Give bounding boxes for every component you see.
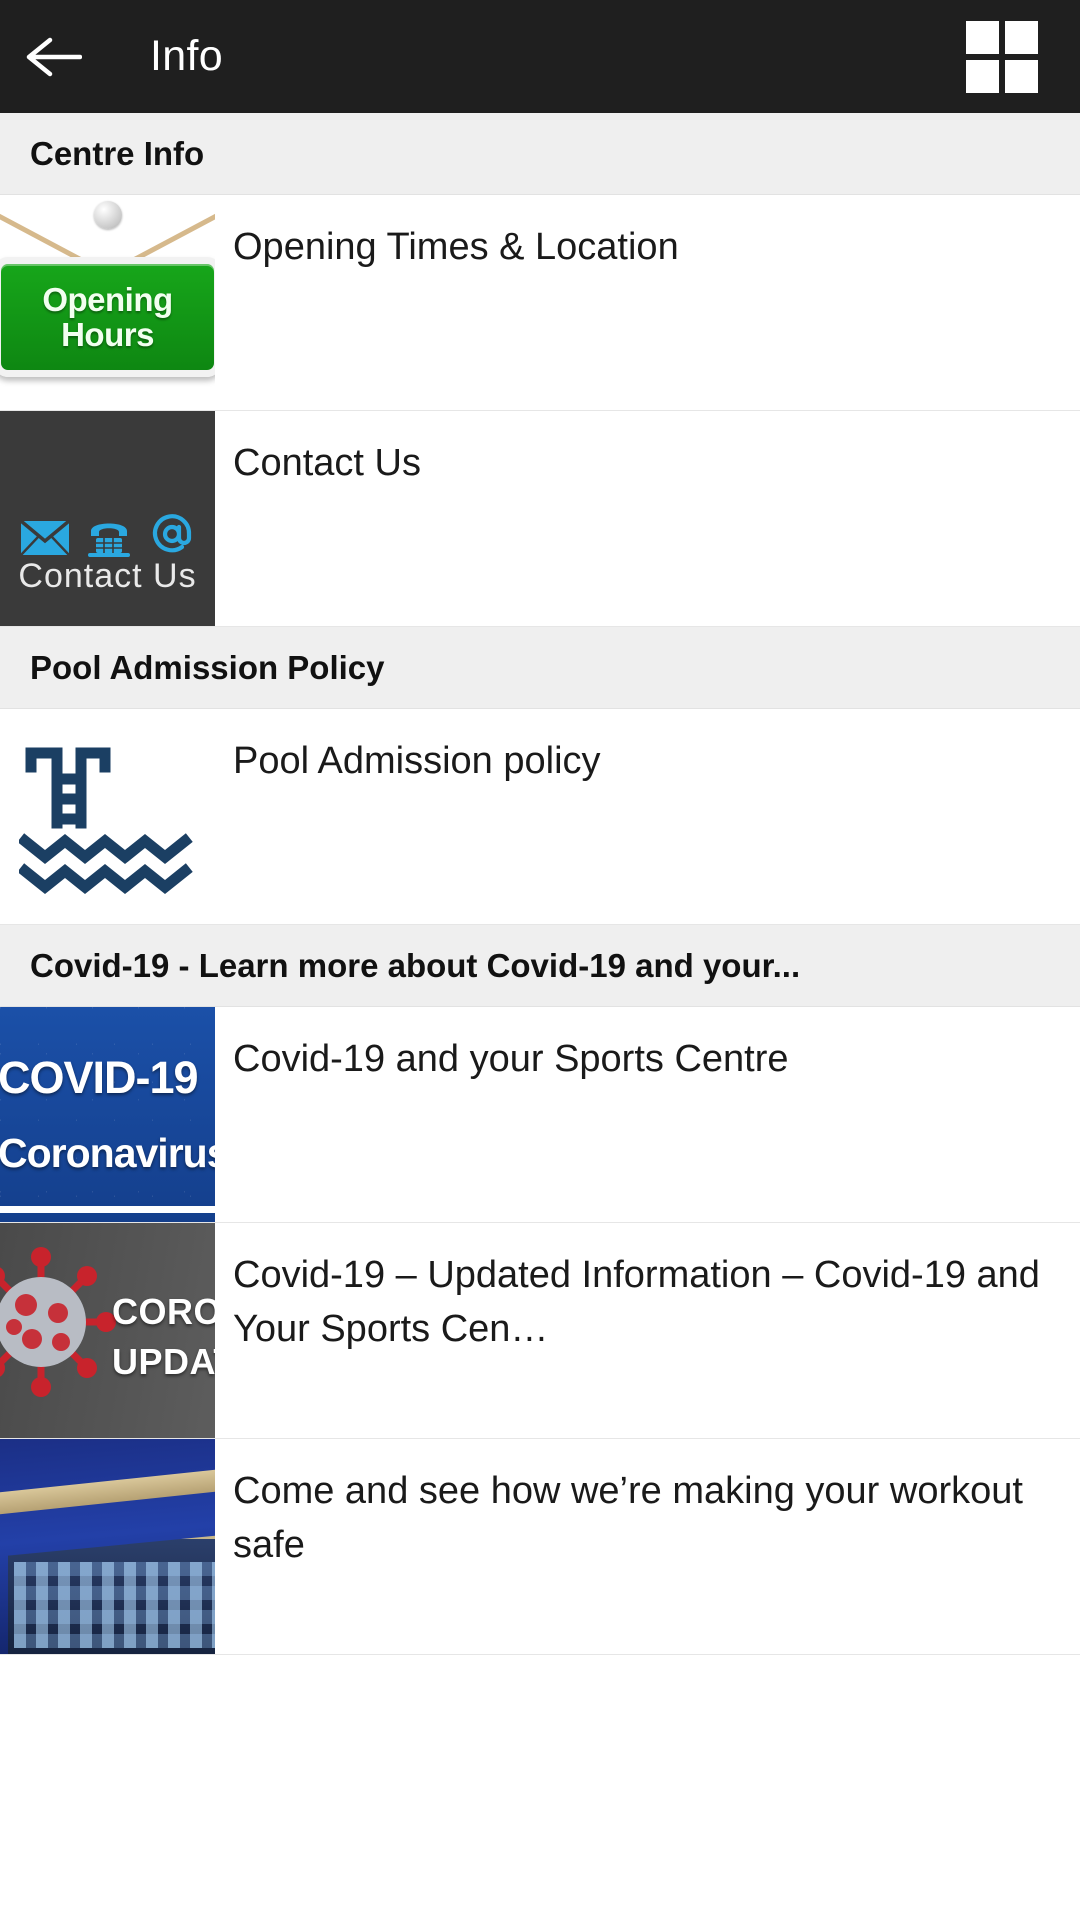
section-header-label: Covid-19 - Learn more about Covid-19 and… xyxy=(30,946,801,984)
page-title: Info xyxy=(150,32,223,80)
section-header-centre-info: Centre Info xyxy=(0,113,1080,195)
list-item-label: Opening Times & Location xyxy=(233,226,679,268)
list-item-label: Contact Us xyxy=(233,442,421,484)
list-item-contact-us[interactable]: Contact Us Contact Us xyxy=(0,411,1080,627)
list-item-label: Come and see how we’re making your worko… xyxy=(233,1470,1023,1566)
sign-hook-knob xyxy=(93,201,122,229)
back-button[interactable] xyxy=(0,0,108,113)
list-item-pool-admission-policy[interactable]: Pool Admission policy xyxy=(0,709,1080,925)
telephone-icon xyxy=(88,523,131,557)
list-item-covid-updated-information[interactable]: CORO UPDAT Covid-19 – Updated Informatio… xyxy=(0,1223,1080,1439)
building-photo-thumbnail xyxy=(0,1439,215,1654)
sign-line-2: Hours xyxy=(61,316,154,353)
section-header-pool-admission-policy: Pool Admission Policy xyxy=(0,627,1080,709)
pool-ladder-thumbnail xyxy=(0,709,215,924)
covid-banner-line-1: COVID-19 xyxy=(0,1052,199,1103)
swimming-pool-icon xyxy=(18,747,193,894)
grid-cell-3 xyxy=(966,59,999,93)
opening-hours-sign-thumbnail: Opening Hours xyxy=(0,195,215,410)
update-line-2: UPDAT xyxy=(112,1341,215,1382)
list-item-label: Pool Admission policy xyxy=(233,740,601,782)
covid-banner-line-2: Coronavirus xyxy=(0,1130,215,1176)
envelope-icon xyxy=(19,519,70,556)
list-item-opening-times[interactable]: Opening Hours Opening Times & Location xyxy=(0,195,1080,411)
sign-board: Opening Hours xyxy=(0,257,215,377)
grid-cell-1 xyxy=(966,20,999,54)
list-item-covid-sports-centre[interactable]: COVID-19 Coronavirus Covid-19 and your S… xyxy=(0,1007,1080,1223)
arrow-left-icon xyxy=(26,37,82,76)
building-glass-facade xyxy=(14,1562,215,1648)
section-header-label: Pool Admission Policy xyxy=(30,648,385,686)
section-header-label: Centre Info xyxy=(30,134,205,172)
grid-cell-2 xyxy=(1005,20,1038,54)
contact-us-thumbnail: Contact Us xyxy=(0,411,215,626)
coronavirus-update-thumbnail: CORO UPDAT xyxy=(0,1223,215,1438)
grid-cell-4 xyxy=(1005,59,1038,93)
at-sign-icon xyxy=(153,514,192,553)
sign-line-1: Opening xyxy=(42,280,173,318)
contact-us-caption: Contact Us xyxy=(18,557,197,595)
list-item-workout-safe[interactable]: Come and see how we’re making your worko… xyxy=(0,1439,1080,1655)
list-item-label: Covid-19 and your Sports Centre xyxy=(233,1038,789,1080)
covid-banner-thumbnail: COVID-19 Coronavirus xyxy=(0,1007,215,1222)
app-toolbar: Info xyxy=(0,0,1080,113)
covid-banner-texture xyxy=(0,1007,215,1222)
list-item-label: Covid-19 – Updated Information – Covid-1… xyxy=(233,1254,1040,1350)
grid-2x2-icon[interactable] xyxy=(966,20,1038,93)
update-line-1: CORO xyxy=(112,1291,215,1332)
virus-particle-icon xyxy=(0,1247,116,1397)
section-header-covid-19: Covid-19 - Learn more about Covid-19 and… xyxy=(0,925,1080,1007)
info-screen: Info Centre Info Opening Hours Opening T… xyxy=(0,0,1080,1920)
contact-icon-group xyxy=(0,511,215,557)
